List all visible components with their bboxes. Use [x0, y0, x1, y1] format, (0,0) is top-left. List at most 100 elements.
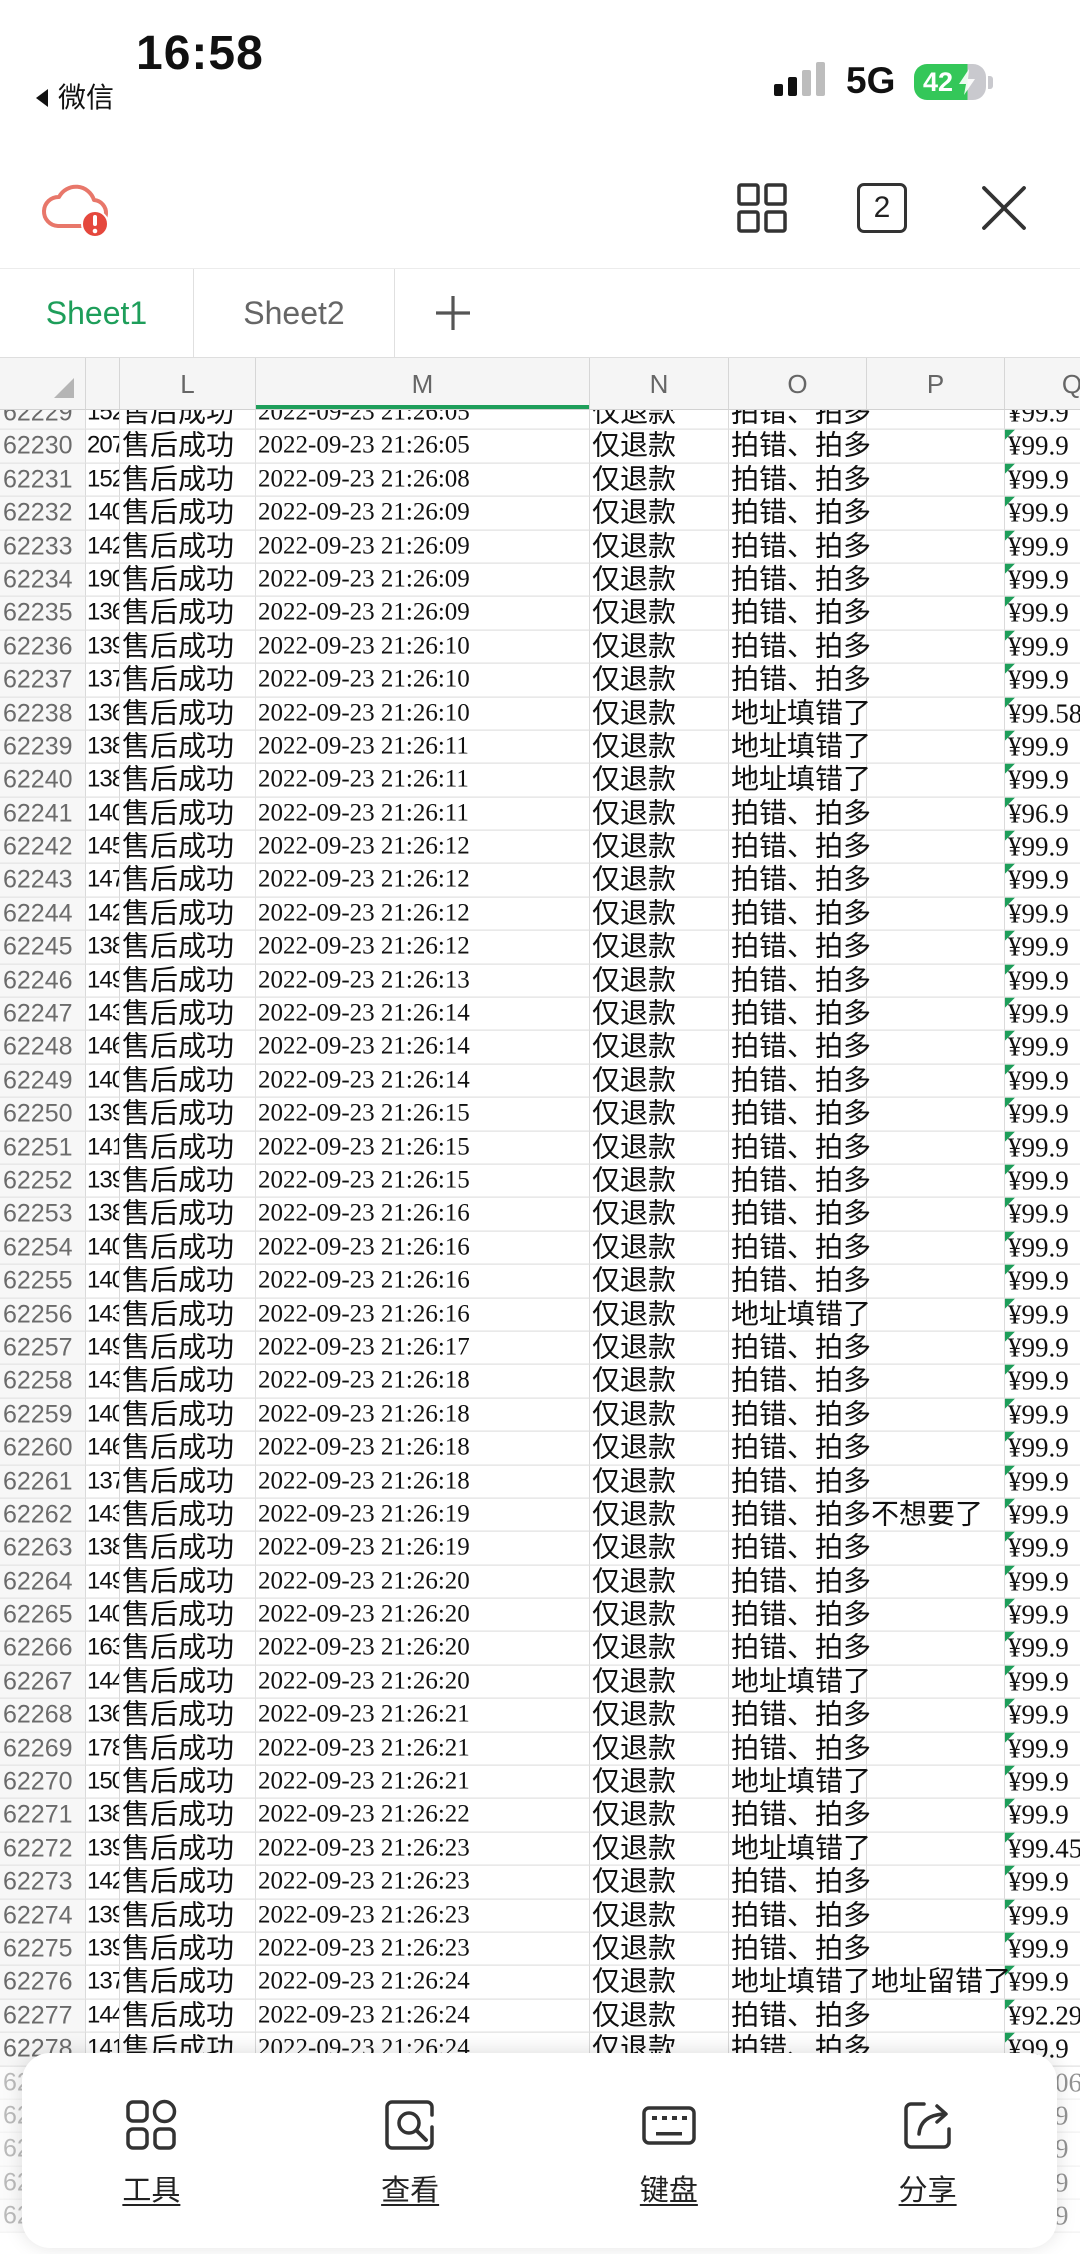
column-header-n[interactable]: N	[590, 358, 729, 409]
cell-n[interactable]: 仅退款	[590, 1064, 729, 1097]
cell-o[interactable]: 拍错、拍多	[729, 1130, 871, 1164]
cell-l[interactable]: 售后成功	[120, 563, 256, 596]
cell-q[interactable]: ¥99.9	[1005, 1498, 1080, 1530]
cell-p[interactable]	[867, 1364, 1005, 1398]
cell-m[interactable]: 2022-09-23 21:26:12	[256, 864, 590, 897]
column-header-o[interactable]: O	[729, 358, 867, 409]
tools-button[interactable]: 工具	[22, 2053, 281, 2248]
cell-q[interactable]: ¥99.9	[1005, 630, 1080, 662]
cell-p[interactable]	[867, 429, 1005, 463]
cell-p[interactable]	[867, 1431, 1005, 1465]
cell-l[interactable]: 售后成功	[120, 1465, 256, 1498]
cell-q[interactable]: ¥99.9	[1005, 1665, 1080, 1697]
cell-q[interactable]: ¥96.9	[1005, 797, 1080, 829]
cell-m[interactable]: 2022-09-23 21:26:14	[256, 1064, 590, 1097]
row-number[interactable]: 62264	[0, 1565, 86, 1598]
cell-n[interactable]: 仅退款	[590, 1264, 729, 1298]
cell-o[interactable]: 拍错、拍多	[729, 1398, 871, 1431]
cell-n[interactable]: 仅退款	[590, 1097, 729, 1131]
cell-p[interactable]	[867, 630, 1005, 663]
cell-q[interactable]: ¥99.9	[1005, 1698, 1080, 1731]
row-number[interactable]: 62231	[0, 463, 86, 496]
cell-q[interactable]: ¥99.9	[1005, 1164, 1080, 1197]
cell-k[interactable]: 178	[86, 1732, 120, 1765]
cell-p[interactable]	[867, 1465, 1005, 1498]
cell-p[interactable]	[867, 1097, 1005, 1131]
cell-k[interactable]: 146	[86, 1431, 120, 1465]
cell-m[interactable]: 2022-09-23 21:26:10	[256, 630, 590, 663]
cell-k[interactable]: 137	[86, 1965, 120, 1999]
cell-n[interactable]: 仅退款	[590, 1799, 729, 1832]
cell-q[interactable]: ¥99.9	[1005, 1064, 1080, 1096]
cell-n[interactable]: 仅退款	[590, 1364, 729, 1398]
cell-m[interactable]: 2022-09-23 21:26:21	[256, 1698, 590, 1732]
cell-p[interactable]	[867, 797, 1005, 830]
cell-p[interactable]	[867, 1799, 1005, 1832]
cell-p[interactable]	[867, 1197, 1005, 1231]
cell-p[interactable]	[867, 1231, 1005, 1264]
cell-n[interactable]: 仅退款	[590, 429, 729, 463]
cell-p[interactable]	[867, 530, 1005, 563]
cell-l[interactable]: 售后成功	[120, 1732, 256, 1765]
cell-o[interactable]: 拍错、拍多	[729, 1531, 871, 1565]
row-number[interactable]: 62247	[0, 997, 86, 1031]
column-header-q[interactable]: Q	[1005, 358, 1080, 409]
cell-m[interactable]: 2022-09-23 21:26:10	[256, 697, 590, 730]
cell-m[interactable]: 2022-09-23 21:26:11	[256, 730, 590, 763]
cell-n[interactable]: 仅退款	[590, 864, 729, 897]
row-number[interactable]: 62257	[0, 1331, 86, 1364]
cell-n[interactable]: 仅退款	[590, 663, 729, 697]
cell-k[interactable]: 138	[86, 1197, 120, 1231]
column-header-l[interactable]: L	[120, 358, 256, 409]
cell-n[interactable]: 仅退款	[590, 897, 729, 930]
cell-n[interactable]: 仅退款	[590, 1899, 729, 1932]
row-number[interactable]: 62251	[0, 1131, 86, 1164]
cell-m[interactable]: 2022-09-23 21:26:23	[256, 1899, 590, 1932]
cell-q[interactable]: ¥99.9	[1005, 1398, 1080, 1430]
cell-m[interactable]: 2022-09-23 21:26:12	[256, 897, 590, 930]
row-number[interactable]: 62229	[0, 410, 86, 429]
cell-m[interactable]: 2022-09-23 21:26:17	[256, 1331, 590, 1364]
cell-p[interactable]	[867, 1632, 1005, 1665]
cell-o[interactable]: 拍错、拍多	[729, 1231, 871, 1264]
cell-l[interactable]: 售后成功	[120, 1932, 256, 1965]
cell-o[interactable]: 拍错、拍多	[729, 1932, 871, 1965]
cell-k[interactable]: 152	[86, 463, 120, 496]
cell-m[interactable]: 2022-09-23 21:26:12	[256, 830, 590, 864]
cell-k[interactable]: 149	[86, 1565, 120, 1598]
cell-o[interactable]: 拍错、拍多	[729, 1732, 871, 1765]
row-number[interactable]: 62271	[0, 1799, 86, 1832]
cell-o[interactable]: 拍错、拍多	[729, 1999, 871, 2032]
cell-l[interactable]: 售后成功	[120, 596, 256, 630]
row-number[interactable]: 62236	[0, 630, 86, 663]
cell-n[interactable]: 仅退款	[590, 1164, 729, 1197]
row-number[interactable]: 62259	[0, 1398, 86, 1431]
cell-n[interactable]: 仅退款	[590, 1465, 729, 1498]
cell-o[interactable]: 地址填错了	[729, 1297, 871, 1331]
cell-l[interactable]: 售后成功	[120, 1064, 256, 1097]
cell-q[interactable]: ¥99.9	[1005, 730, 1080, 763]
cell-l[interactable]: 售后成功	[120, 1398, 256, 1431]
cell-q[interactable]: ¥99.9	[1005, 429, 1080, 462]
cell-n[interactable]: 仅退款	[590, 930, 729, 964]
cell-l[interactable]: 售后成功	[120, 1799, 256, 1832]
cell-n[interactable]: 仅退款	[590, 1999, 729, 2032]
cell-p[interactable]	[867, 1298, 1005, 1331]
cell-k[interactable]: 136	[86, 1698, 120, 1732]
row-number[interactable]: 62270	[0, 1765, 86, 1799]
cell-n[interactable]: 仅退款	[590, 1498, 729, 1531]
row-number[interactable]: 62267	[0, 1665, 86, 1698]
cell-o[interactable]: 地址填错了	[729, 730, 871, 763]
cell-p[interactable]	[867, 1131, 1005, 1164]
cell-o[interactable]: 拍错、拍多	[729, 1464, 871, 1498]
cell-o[interactable]: 拍错、拍多	[729, 1364, 871, 1398]
row-number[interactable]: 62230	[0, 429, 86, 463]
cell-k[interactable]: 138	[86, 930, 120, 964]
row-number[interactable]: 62242	[0, 830, 86, 864]
cell-p[interactable]	[867, 964, 1005, 997]
cell-n[interactable]: 仅退款	[590, 1765, 729, 1799]
cell-p[interactable]	[867, 1164, 1005, 1197]
cell-l[interactable]: 售后成功	[120, 1197, 256, 1231]
cell-n[interactable]: 仅退款	[590, 997, 729, 1031]
cell-n[interactable]: 仅退款	[590, 1598, 729, 1632]
